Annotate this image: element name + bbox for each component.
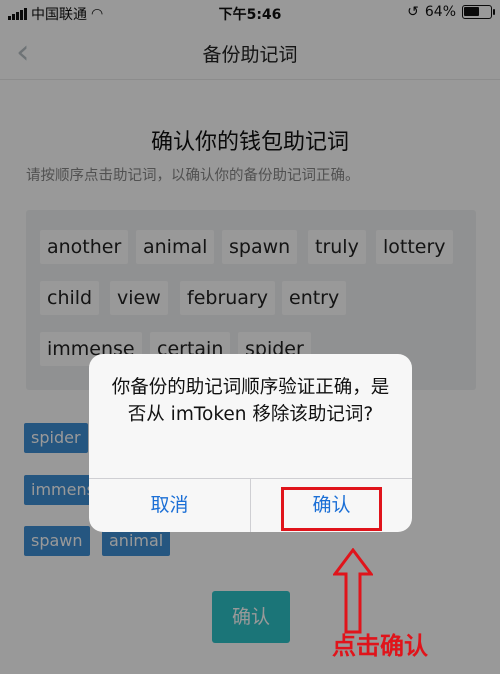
cancel-button[interactable]: 取消	[89, 479, 250, 532]
annotation-text: 点击确认	[332, 632, 428, 660]
arrow-up-icon	[333, 548, 373, 634]
dialog-message: 你备份的助记词顺序验证正确，是否从 imToken 移除该助记词?	[111, 377, 390, 425]
modal-overlay[interactable]	[0, 0, 500, 674]
highlight-box	[281, 487, 382, 531]
